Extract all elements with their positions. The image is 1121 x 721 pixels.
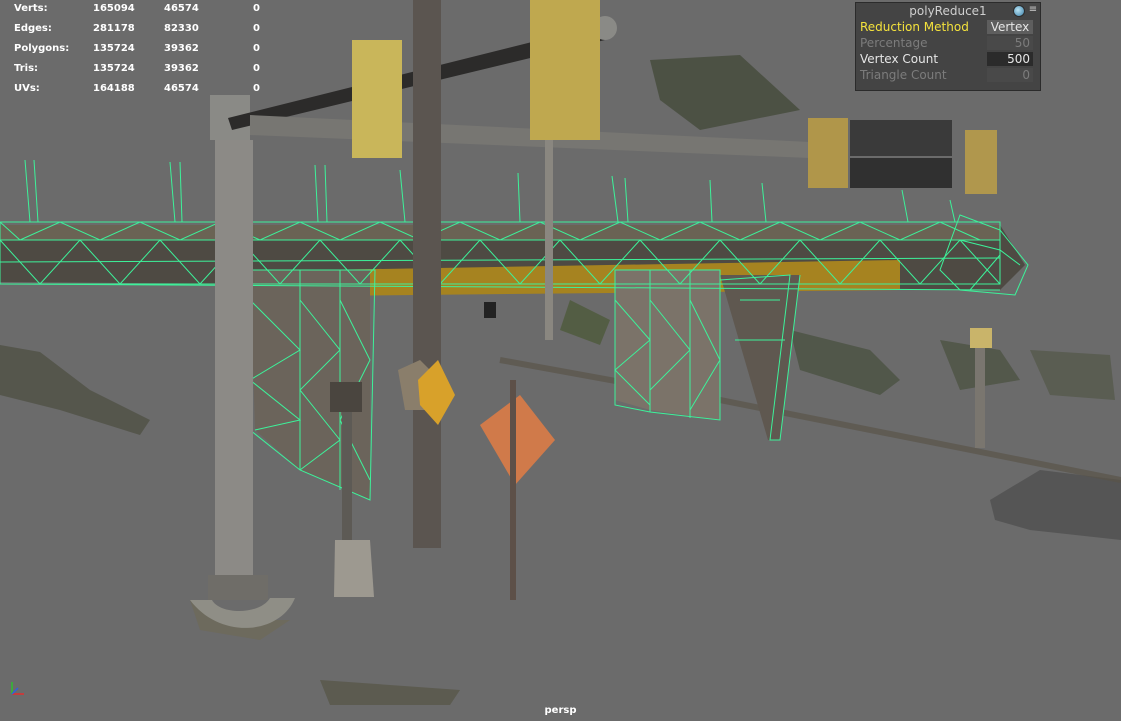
attr-label: Reduction Method [860,20,969,34]
hud-value-selected: 39362 [164,63,199,74]
hud-value-components: 0 [253,83,260,94]
hud-label: Edges: [14,23,52,34]
hud-label: UVs: [14,83,40,94]
hud-value-selected: 46574 [164,83,199,94]
hud-value-components: 0 [253,3,260,14]
attr-label: Vertex Count [860,52,939,66]
menu-icon[interactable]: ≡ [1028,3,1038,17]
bridge-marker [484,302,496,318]
axis-gizmo-icon [11,682,24,695]
panel-header: polyReduce1 ≡ [856,3,1040,19]
attr-label: Percentage [860,36,928,50]
hud-value-components: 0 [253,43,260,54]
attr-percentage[interactable]: Percentage 50 [856,35,1040,51]
hud-value-components: 0 [253,23,260,34]
hud-value-total: 164188 [93,83,135,94]
hud-value-components: 0 [253,63,260,74]
hud-value-selected: 46574 [164,3,199,14]
attr-vertex-count[interactable]: Vertex Count 500 [856,51,1040,67]
polyreduce-attribute-panel: polyReduce1 ≡ Reduction Method Vertex Pe… [855,2,1041,91]
attr-reduction-method[interactable]: Reduction Method Vertex [856,19,1040,35]
scene-render [0,0,1121,705]
hud-label: Tris: [14,63,39,74]
hud-value-total: 165094 [93,3,135,14]
3d-viewport[interactable]: Verts: 165094 46574 0 Edges: 281178 8233… [0,0,1121,721]
hud-label: Polygons: [14,43,70,54]
camera-name-label: persp [544,705,577,716]
hud-value-total: 135724 [93,43,135,54]
hud-label: Verts: [14,3,48,14]
construction-sign [480,380,555,600]
hud-value-selected: 82330 [164,23,199,34]
street-signs [850,120,952,188]
hud-value-total: 281178 [93,23,135,34]
percentage-field[interactable]: 50 [987,36,1033,50]
ground-foliage [0,55,1121,705]
center-pole [413,0,441,548]
reduction-method-dropdown[interactable]: Vertex [987,20,1033,34]
hud-value-selected: 39362 [164,43,199,54]
vertex-count-field[interactable]: 500 [987,52,1033,66]
node-title: polyReduce1 [909,4,987,18]
thin-pole [545,140,553,340]
globe-icon[interactable] [1013,5,1025,17]
far-signal [970,328,992,448]
hud-value-total: 135724 [93,63,135,74]
attr-triangle-count[interactable]: Triangle Count 0 [856,67,1040,83]
triangle-count-field[interactable]: 0 [987,68,1033,82]
attr-label: Triangle Count [860,68,947,82]
